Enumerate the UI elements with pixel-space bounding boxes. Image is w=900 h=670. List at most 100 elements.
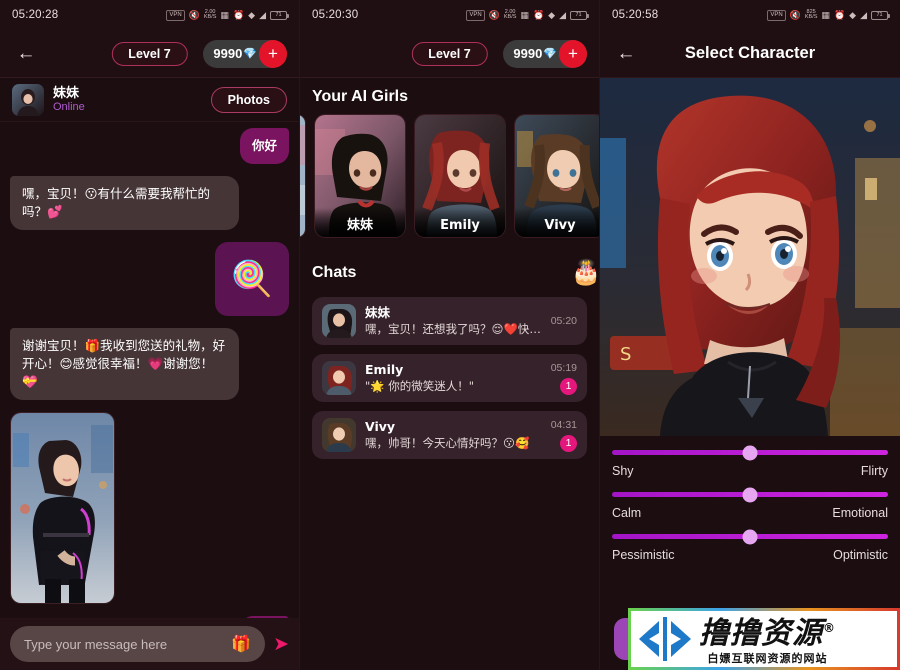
add-coins-button[interactable]: +: [259, 39, 287, 68]
slider-label-right: Emotional: [832, 506, 888, 520]
message-bubble-incoming: 谢谢宝贝！🎁我收到您送的礼物，好开心！😊感觉很幸福！💗谢谢您！💝: [10, 328, 239, 400]
chat-list-item[interactable]: Emily "🌟 你的微笑迷人！" 05:19 1: [312, 354, 587, 402]
slider-labels: Shy Flirty: [612, 464, 888, 478]
slider-labels: Calm Emotional: [612, 506, 888, 520]
data-rate-indicator: 2.00 KB/S: [503, 8, 517, 20]
slider-track[interactable]: [612, 445, 888, 460]
slider-track[interactable]: [612, 529, 888, 544]
coin-value: 9990: [213, 46, 243, 61]
chat-meta: Vivy 嘿，帅哥！今天心情好吗？😗🥰: [365, 419, 542, 451]
slider-label-left: Shy: [612, 464, 634, 478]
chat-name: Emily: [365, 362, 404, 377]
chat-screen-panel: 05:20:28 VPN 🔇 2.00 KB/S ▦ ⏰ ◆ ◢ 71 ← Lev…: [0, 0, 300, 670]
coin-balance[interactable]: 9990 💎 +: [203, 39, 287, 68]
wifi-icon: ◆: [248, 9, 256, 20]
signal-icon: ◢: [860, 9, 867, 20]
message-input-placeholder: Type your message here: [24, 636, 168, 652]
coin-balance[interactable]: 9990 💎 +: [503, 39, 587, 68]
trait-calm-emotional: Calm Emotional: [612, 487, 888, 520]
signal-icon: ◢: [259, 9, 266, 20]
chats-header: Chats 🎂: [312, 258, 599, 287]
site-watermark: 撸撸资源® 白嫖互联网资源的网站: [628, 608, 900, 670]
status-clock: 05:20:58: [612, 9, 659, 21]
gift-icon[interactable]: 🎁: [231, 634, 251, 654]
status-bar: 05:20:30 VPN 🔇 2.00 KB/S ▦ ⏰ ◆ ◢ 71: [300, 0, 599, 30]
slider-label-left: Pessimistic: [612, 548, 675, 562]
send-icon[interactable]: ➤: [273, 635, 289, 654]
unread-badge: 1: [560, 377, 577, 395]
watermark-subtitle: 白嫖互联网资源的网站: [707, 652, 828, 665]
contact-name: 妹妹: [53, 85, 80, 100]
unread-badge: 1: [560, 434, 577, 452]
select-character-panel: 05:20:58 VPN 🔇 825 KB/S ▦ ⏰ ◆ ◢ 71 ← Sele…: [600, 0, 900, 670]
slider-track[interactable]: [612, 487, 888, 502]
alarm-icon: ⏰: [232, 9, 245, 20]
back-arrow-icon[interactable]: ←: [12, 40, 40, 68]
sim-icon: ▦: [821, 9, 830, 20]
level-badge[interactable]: Level 7: [411, 41, 488, 66]
status-clock: 05:20:28: [12, 9, 59, 21]
home-app-bar: Level 7 9990 💎 +: [300, 30, 599, 78]
photos-button[interactable]: Photos: [210, 86, 287, 113]
svg-text:S: S: [620, 344, 631, 365]
status-bar: 05:20:28 VPN 🔇 2.00 KB/S ▦ ⏰ ◆ ◢ 71: [0, 0, 299, 30]
signal-icon: ◢: [559, 9, 566, 20]
chat-name: 妹妹: [365, 305, 391, 320]
chat-avatar: [322, 304, 356, 338]
girl-card-vivy[interactable]: Vivy: [514, 114, 599, 238]
chat-right: 05:19 1: [551, 362, 577, 395]
vpn-icon: VPN: [166, 9, 185, 21]
chat-time: 05:19: [550, 361, 577, 374]
contact-avatar[interactable]: [12, 83, 44, 116]
message-row: 你好: [10, 128, 289, 164]
watermark-text: 撸撸资源® 白嫖互联网资源的网站: [699, 612, 836, 666]
chat-preview: "🌟 你的微笑迷人！": [365, 379, 475, 393]
gem-icon: 💎: [543, 48, 557, 60]
chat-app-bar: ← Level 7 9990 💎 +: [0, 30, 299, 78]
level-badge[interactable]: Level 7: [111, 41, 188, 66]
trait-pessimistic-optimistic: Pessimistic Optimistic: [612, 529, 888, 562]
back-arrow-icon[interactable]: ←: [612, 40, 640, 68]
watermark-logo-icon: [639, 617, 691, 661]
add-coins-button[interactable]: +: [559, 39, 587, 68]
photo-message[interactable]: [10, 412, 115, 604]
slider-label-left: Calm: [612, 506, 642, 520]
select-character-app-bar: ← Select Character: [600, 30, 900, 78]
gift-message-bubble[interactable]: 🍭: [215, 242, 289, 316]
slider-knob[interactable]: [742, 445, 758, 460]
vpn-icon: VPN: [466, 9, 485, 21]
chat-time: 04:31: [550, 418, 577, 431]
girl-card-meimei[interactable]: 妹妹: [314, 114, 406, 238]
message-list[interactable]: 你好 嘿，宝贝！😗有什么需要我帮忙的吗？💕 🍭 谢谢宝贝！🎁我收到您送的礼物，好…: [0, 122, 299, 618]
chat-meta: 妹妹 嘿，宝贝！还想我了吗？😌❤️快告…: [365, 305, 542, 337]
wifi-icon: ◆: [849, 9, 857, 20]
chat-right: 05:20: [551, 315, 577, 327]
chat-preview: 嘿，宝贝！还想我了吗？😌❤️快告…: [365, 322, 542, 336]
message-bubble-incoming: 嘿，宝贝！😗有什么需要我帮忙的吗？💕: [10, 176, 239, 230]
chat-list-item[interactable]: Vivy 嘿，帅哥！今天心情好吗？😗🥰 04:31 1: [312, 411, 587, 459]
chat-time: 05:20: [550, 315, 577, 327]
girl-card-emily[interactable]: Emily: [414, 114, 506, 238]
status-icons: VPN 🔇 2.00 KB/S ▦ ⏰ ◆ ◢ 71: [466, 8, 589, 21]
message-input-bar: Type your message here 🎁 ➤: [0, 618, 299, 670]
slider-knob[interactable]: [742, 487, 758, 502]
status-icons: VPN 🔇 2.00 KB/S ▦ ⏰ ◆ ◢ 71: [166, 8, 289, 21]
chat-list-item[interactable]: 妹妹 嘿，宝贝！还想我了吗？😌❤️快告… 05:20: [312, 297, 587, 345]
data-rate-indicator: 2.00 KB/S: [203, 8, 217, 20]
alarm-icon: ⏰: [833, 9, 846, 20]
gift-cake-icon[interactable]: 🎂: [571, 258, 599, 287]
character-portrait[interactable]: S: [600, 78, 900, 436]
wifi-icon: ◆: [548, 9, 556, 20]
ai-girls-carousel[interactable]: 妹妹 Emily Vivy: [300, 114, 599, 250]
vpn-icon: VPN: [767, 9, 786, 21]
three-phone-screens: 05:20:28 VPN 🔇 2.00 KB/S ▦ ⏰ ◆ ◢ 71 ← Lev…: [0, 0, 900, 670]
girl-card-partial[interactable]: [300, 114, 306, 238]
message-row: 嘿，宝贝！😗有什么需要我帮忙的吗？💕: [10, 176, 289, 230]
message-input-field[interactable]: Type your message here 🎁: [10, 626, 266, 662]
slider-knob[interactable]: [742, 529, 758, 544]
trait-sliders: Shy Flirty Calm Emotional Pessimistic Op…: [600, 436, 900, 562]
watermark-title: 撸撸资源®: [699, 616, 836, 651]
mute-icon: 🔇: [789, 9, 801, 20]
chat-name: Vivy: [365, 419, 396, 434]
sim-icon: ▦: [220, 9, 229, 20]
